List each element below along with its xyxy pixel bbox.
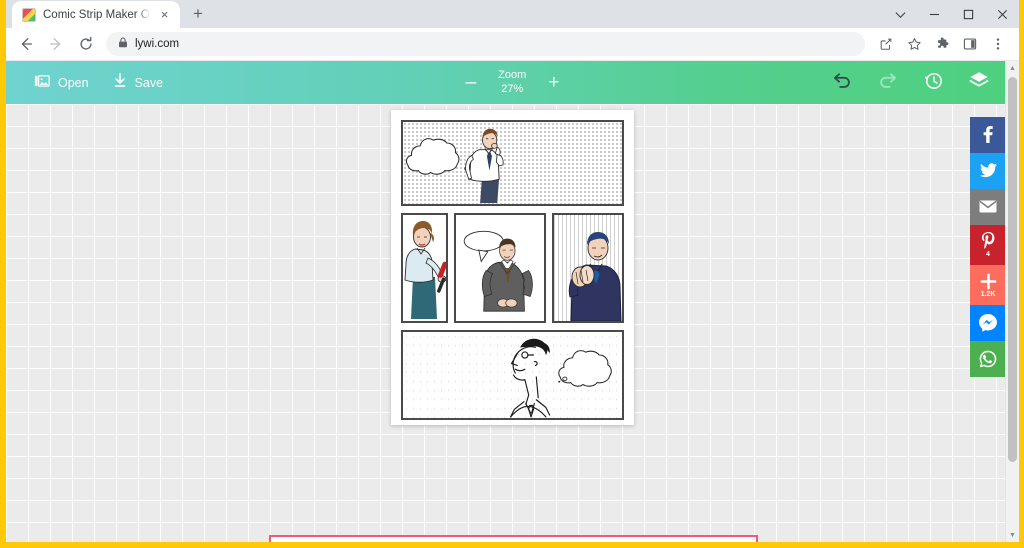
tool-dock: STICKERS BUBBLES: [269, 535, 758, 542]
zoom-in-button[interactable]: +: [548, 73, 559, 92]
new-tab-button[interactable]: +: [184, 1, 212, 27]
woman-reporter-figure: [404, 221, 446, 319]
comic-page[interactable]: [391, 110, 634, 425]
envelope-icon: [979, 200, 997, 213]
tab-title: Comic Strip Maker Online & Free: [43, 8, 150, 21]
save-button[interactable]: Save: [113, 73, 164, 92]
share-pinterest-button[interactable]: 4: [970, 225, 1006, 265]
browser-window: Comic Strip Maker Online & Free × +: [0, 0, 1024, 548]
three-dot-menu-icon[interactable]: [985, 31, 1011, 57]
editor-toolbar: Open Save – Zoom 27% +: [6, 61, 1019, 104]
address-bar-url: lywi.com: [135, 38, 180, 50]
browser-tab[interactable]: Comic Strip Maker Online & Free ×: [12, 1, 180, 28]
browser-toolbar: lywi.com: [6, 28, 1019, 61]
comic-favicon-icon: [22, 7, 36, 22]
edit-actions: [832, 71, 1019, 95]
share-more-count: 1.2K: [980, 290, 996, 298]
open-image-icon: [34, 73, 50, 92]
window-controls: [883, 0, 1019, 28]
caricature-man-line-art: [510, 346, 551, 418]
messenger-icon: [979, 313, 997, 332]
facebook-icon: [983, 126, 993, 143]
layers-icon[interactable]: [969, 71, 989, 94]
share-email-button[interactable]: [970, 189, 1006, 225]
comic-panel-top[interactable]: [401, 120, 624, 206]
scroll-down-arrow-icon[interactable]: ▼: [1006, 528, 1020, 542]
twitter-icon: [979, 163, 997, 178]
reload-icon[interactable]: [72, 30, 100, 58]
whatsapp-icon: [979, 350, 997, 367]
open-button[interactable]: Open: [34, 73, 89, 92]
side-panel-icon[interactable]: [957, 31, 983, 57]
share-more-button[interactable]: 1.2K: [970, 265, 1006, 305]
zoom-label: Zoom: [498, 68, 527, 81]
close-window-icon[interactable]: [985, 0, 1019, 28]
speech-bubble-icon: [463, 230, 504, 263]
forward-arrow-icon[interactable]: [42, 30, 70, 58]
address-bar[interactable]: lywi.com: [106, 32, 865, 56]
scrollbar-thumb[interactable]: [1008, 77, 1017, 462]
man-thinking-figure: [465, 128, 504, 203]
page-scrollbar[interactable]: ▲ ▼: [1005, 61, 1019, 542]
tab-search-icon[interactable]: [883, 0, 917, 28]
close-tab-icon[interactable]: ×: [157, 8, 172, 21]
save-label: Save: [134, 75, 164, 90]
maximize-icon[interactable]: [951, 0, 985, 28]
redo-button[interactable]: [878, 72, 898, 93]
lock-icon: [118, 35, 128, 53]
back-arrow-icon[interactable]: [12, 30, 40, 58]
share-icon[interactable]: [873, 31, 899, 57]
comic-panel-middle-center[interactable]: [454, 213, 546, 323]
comic-panel-bottom[interactable]: [401, 330, 624, 420]
pinterest-count: 4: [986, 251, 990, 258]
social-share-rail: 4 1.2K: [970, 117, 1006, 377]
comic-panel-middle-row: [401, 213, 624, 323]
share-twitter-button[interactable]: [970, 153, 1006, 189]
comic-panel-middle-left[interactable]: [401, 213, 448, 323]
scroll-up-arrow-icon[interactable]: ▲: [1006, 61, 1020, 75]
share-messenger-button[interactable]: [970, 305, 1006, 341]
file-actions: Open Save: [6, 73, 163, 92]
man-clapping-figure: [568, 232, 622, 321]
zoom-out-button[interactable]: –: [466, 73, 477, 92]
open-label: Open: [58, 75, 89, 90]
plus-icon: [980, 273, 996, 289]
comic-panel-middle-right[interactable]: [552, 213, 624, 323]
pinterest-icon: [981, 232, 994, 249]
thought-bubble-icon: [405, 138, 473, 175]
history-clock-icon[interactable]: [924, 71, 943, 95]
star-icon[interactable]: [901, 31, 927, 57]
share-facebook-button[interactable]: [970, 117, 1006, 153]
canvas-area[interactable]: [6, 104, 1019, 542]
zoom-readout: Zoom 27%: [498, 69, 526, 97]
tab-strip: Comic Strip Maker Online & Free × +: [6, 0, 1019, 28]
puzzle-icon[interactable]: [929, 31, 955, 57]
undo-button[interactable]: [832, 72, 852, 93]
zoom-value: 27%: [501, 82, 524, 95]
download-icon: [113, 73, 127, 92]
minimize-icon[interactable]: [917, 0, 951, 28]
thought-bubble-icon: [558, 350, 612, 387]
web-page: Open Save – Zoom 27% + 4 1.2K ▲ ▼: [6, 61, 1019, 542]
share-whatsapp-button[interactable]: [970, 341, 1006, 377]
